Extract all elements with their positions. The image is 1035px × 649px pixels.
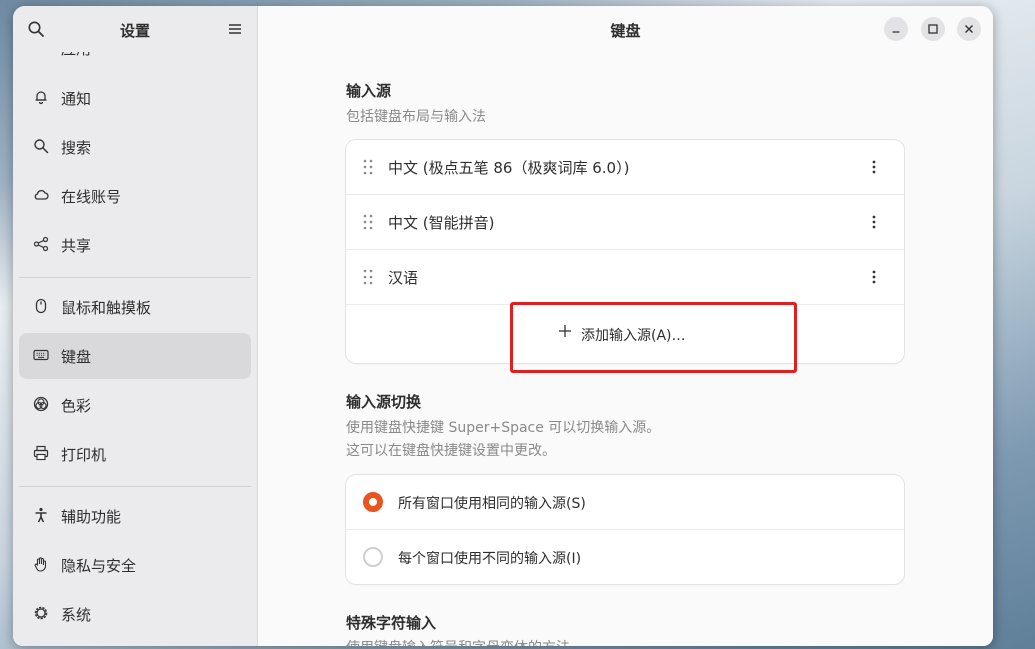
input-source-label: 汉语 — [388, 269, 419, 287]
close-button[interactable] — [957, 17, 981, 41]
radio-button[interactable] — [363, 547, 383, 567]
input-source-row[interactable]: 汉语 — [346, 250, 904, 305]
input-sources-title: 输入源 — [346, 82, 392, 100]
search-icon — [34, 139, 49, 154]
sidebar-item-accessibility[interactable]: 辅助功能 — [19, 493, 251, 539]
maximize-button[interactable] — [921, 17, 945, 41]
highlight-box — [510, 302, 797, 373]
accessibility-icon — [35, 507, 47, 523]
switching-description-line2: 这可以在键盘快捷键设置中更改。 — [346, 443, 556, 459]
sidebar-item-label: 打印机 — [61, 446, 107, 464]
sidebar-item-label: 系统 — [61, 606, 92, 624]
sidebar-item-printers[interactable]: 打印机 — [19, 431, 251, 477]
input-source-label: 中文 (智能拼音) — [388, 214, 495, 232]
radio-button-selected[interactable] — [363, 492, 383, 512]
settings-window: 设置 应用 通知 搜索 在线账号 共享 — [13, 6, 993, 646]
sidebar-item-privacy[interactable]: 隐私与安全 — [19, 542, 251, 588]
sidebar-item-label: 隐私与安全 — [61, 557, 137, 575]
minimize-button[interactable] — [884, 17, 908, 41]
sidebar-item-label: 搜索 — [61, 139, 92, 157]
input-source-label: 中文 (极点五笔 86（极爽词库 6.0）) — [388, 159, 630, 177]
color-icon — [33, 396, 49, 412]
input-source-row[interactable]: 中文 (智能拼音) — [346, 195, 904, 250]
sidebar-item-label: 辅助功能 — [61, 508, 122, 526]
sidebar: 设置 应用 通知 搜索 在线账号 共享 — [13, 6, 258, 646]
sidebar-item-label: 色彩 — [61, 397, 92, 415]
switch-option-label: 每个窗口使用不同的输入源(I) — [398, 551, 582, 567]
more-options-icon[interactable] — [868, 158, 880, 176]
special-chars-title: 特殊字符输入 — [346, 614, 437, 632]
switching-options: 所有窗口使用相同的输入源(S) 每个窗口使用不同的输入源(I) — [346, 475, 904, 584]
share-icon — [33, 236, 49, 252]
switching-title: 输入源切换 — [346, 393, 422, 411]
sidebar-title: 设置 — [119, 22, 150, 40]
drag-handle-icon[interactable] — [363, 269, 373, 285]
cloud-icon — [34, 189, 49, 200]
hamburger-menu-icon[interactable] — [226, 20, 244, 38]
sidebar-item-keyboard[interactable]: 键盘 — [19, 333, 251, 379]
keyboard-icon — [33, 349, 49, 361]
sidebar-item-notifications[interactable]: 通知 — [19, 75, 251, 121]
sidebar-item-apps[interactable]: 应用 — [19, 52, 251, 71]
sidebar-list: 应用 通知 搜索 在线账号 共享 鼠标和触摸板 — [13, 52, 257, 646]
sidebar-item-color[interactable]: 色彩 — [19, 382, 251, 428]
sidebar-item-label: 键盘 — [61, 348, 92, 366]
minimize-icon — [892, 31, 900, 33]
apps-icon — [33, 52, 49, 55]
page-title: 键盘 — [610, 22, 641, 40]
main-panel: 键盘 输入源 包括键盘布局与输入法 中文 (极点五笔 86（极爽词库 6.0）)… — [258, 6, 993, 646]
sidebar-item-label: 在线账号 — [61, 188, 122, 206]
hand-icon — [34, 557, 47, 572]
sidebar-item-label: 鼠标和触摸板 — [61, 299, 152, 317]
mouse-icon — [35, 298, 47, 314]
printer-icon — [33, 445, 49, 461]
switch-option-label: 所有窗口使用相同的输入源(S) — [398, 496, 586, 512]
sidebar-item-sharing[interactable]: 共享 — [19, 222, 251, 268]
sidebar-item-label: 通知 — [61, 90, 92, 108]
switching-description-line1: 使用键盘快捷键 Super+Space 可以切换输入源。 — [346, 420, 661, 436]
sidebar-divider — [19, 277, 251, 278]
special-chars-description: 使用键盘输入符号和字母变体的方法 — [346, 637, 570, 646]
input-source-row[interactable]: 中文 (极点五笔 86（极爽词库 6.0）) — [346, 140, 904, 195]
sidebar-item-mouse[interactable]: 鼠标和触摸板 — [19, 284, 251, 330]
maximize-icon — [928, 24, 938, 34]
bell-icon — [35, 91, 47, 105]
sidebar-divider — [19, 486, 251, 487]
drag-handle-icon[interactable] — [363, 159, 373, 175]
more-options-icon[interactable] — [868, 213, 880, 231]
sidebar-item-label: 共享 — [61, 237, 92, 255]
sidebar-item-label: 应用 — [61, 52, 91, 59]
sidebar-item-online-accounts[interactable]: 在线账号 — [19, 173, 251, 219]
sidebar-header: 设置 — [13, 6, 257, 52]
sidebar-item-system[interactable]: 系统 — [19, 591, 251, 637]
drag-handle-icon[interactable] — [363, 214, 373, 230]
close-icon — [965, 25, 973, 33]
input-sources-description: 包括键盘布局与输入法 — [346, 109, 486, 125]
sidebar-item-search[interactable]: 搜索 — [19, 124, 251, 170]
switch-option-same[interactable]: 所有窗口使用相同的输入源(S) — [346, 475, 904, 530]
more-options-icon[interactable] — [868, 268, 880, 286]
gear-icon — [34, 606, 48, 620]
switch-option-per-window[interactable]: 每个窗口使用不同的输入源(I) — [346, 530, 904, 584]
